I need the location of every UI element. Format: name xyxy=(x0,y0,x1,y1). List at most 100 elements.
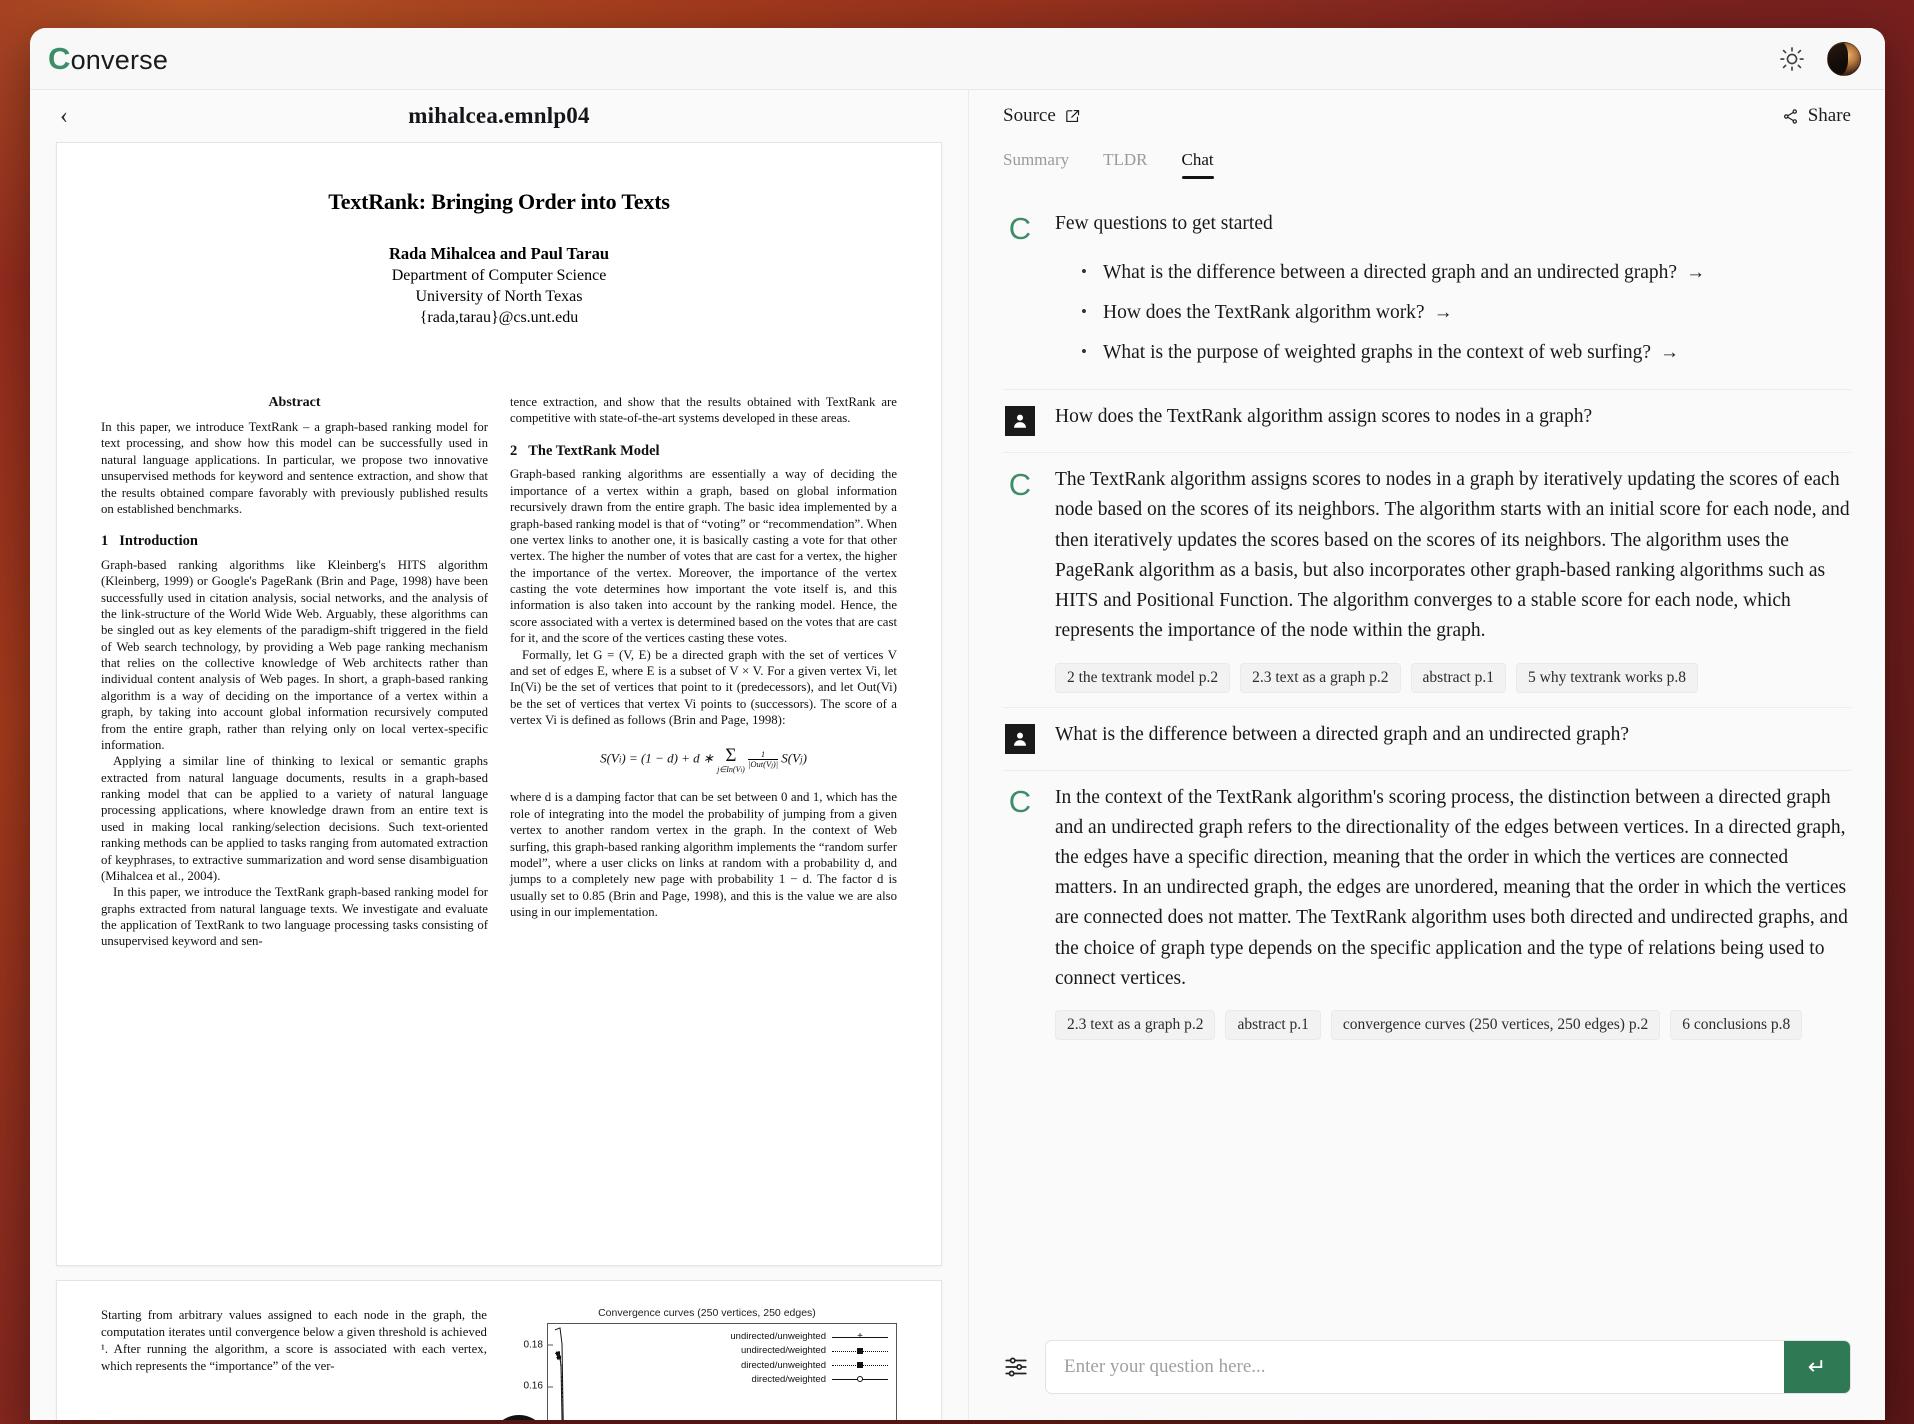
back-button[interactable]: ‹ xyxy=(50,102,78,130)
arrow-right-icon: → xyxy=(1686,262,1706,284)
chart-legend-item-1: undirected/weighted xyxy=(730,1344,888,1358)
tab-summary[interactable]: Summary xyxy=(1003,150,1069,179)
intro-heading-text: Introduction xyxy=(119,533,198,550)
sliders-icon[interactable] xyxy=(1003,1354,1029,1380)
chat-messages[interactable]: C Few questions to get started What is t… xyxy=(969,179,1885,1322)
chart-legend-item-2: directed/unweighted xyxy=(730,1359,888,1373)
tab-chat[interactable]: Chat xyxy=(1181,150,1214,179)
assistant-avatar-letter: C xyxy=(1008,784,1032,820)
main-split: ‹ mihalcea.emnlp04 TextRank: Bringing Or… xyxy=(30,90,1885,1420)
intro-heading: 1 Introduction xyxy=(101,532,488,551)
suggested-question-label-2: What is the purpose of weighted graphs i… xyxy=(1103,342,1652,364)
citation-chip[interactable]: 2.3 text as a graph p.2 xyxy=(1055,1010,1216,1041)
arrow-right-icon: → xyxy=(1660,342,1680,364)
message-body: Few questions to get started What is the… xyxy=(1055,209,1851,375)
intro-paragraph-1: Graph-based ranking algorithms like Klei… xyxy=(101,557,488,752)
share-label: Share xyxy=(1807,105,1851,126)
section2-number: 2 xyxy=(510,442,518,459)
source-label: Source xyxy=(1003,105,1056,126)
suggested-question-label-1: How does the TextRank algorithm work? xyxy=(1103,302,1425,324)
assistant-avatar-letter: C xyxy=(1008,466,1032,502)
sun-icon[interactable] xyxy=(1779,46,1805,72)
paper-columns: Abstract In this paper, we introduce Tex… xyxy=(101,394,897,950)
avatar[interactable] xyxy=(1827,41,1861,76)
message-user-3: What is the difference between a directe… xyxy=(1003,706,1851,770)
message-assistant-2: C The TextRank algorithm assigns scores … xyxy=(1003,452,1851,706)
chat-input-wrapper: ↵ xyxy=(1045,1340,1851,1394)
app-window: Converse ‹ mihalcea.emnlp04 TextRank: Br… xyxy=(30,28,1885,1420)
citation-chip[interactable]: abstract p.1 xyxy=(1410,662,1506,693)
citation-chip[interactable]: 5 why textrank works p.8 xyxy=(1516,662,1698,693)
section2-heading: 2 The TextRank Model xyxy=(510,442,897,461)
share-button[interactable]: Share xyxy=(1782,105,1851,127)
paper-column-right: tence extraction, and show that the resu… xyxy=(510,394,897,950)
external-link-icon xyxy=(1065,109,1079,122)
paper-affiliation-1: Department of Computer Science xyxy=(391,266,607,284)
section2-paragraph-3: where d is a damping factor that can be … xyxy=(510,790,897,919)
chart-legend-item-0: undirected/unweighted + xyxy=(730,1330,888,1344)
paper-email: {rada,tarau}@cs.unt.edu xyxy=(419,308,579,326)
pagerank-formula: S(Vi) = (1 − d) + d ∗ Σ j∈In(Vi) 1 |Out(V… xyxy=(600,745,807,774)
document-scroll-area[interactable]: TextRank: Bringing Order into Texts Rada… xyxy=(30,142,968,1420)
person-icon xyxy=(1005,723,1035,754)
message-body: How does the TextRank algorithm assign s… xyxy=(1055,402,1851,438)
chart-title: Convergence curves (250 vertices, 250 ed… xyxy=(598,1307,816,1319)
col2-continuation: tence extraction, and show that the resu… xyxy=(510,395,897,426)
tab-tldr[interactable]: TLDR xyxy=(1103,150,1147,179)
chart-legend-key-3 xyxy=(832,1375,888,1384)
chart-legend-item-3: directed/weighted xyxy=(730,1373,888,1387)
person-icon xyxy=(1005,406,1035,437)
suggested-question-0[interactable]: What is the difference between a directe… xyxy=(1055,253,1851,293)
paper-column-left: Abstract In this paper, we introduce Tex… xyxy=(101,394,488,950)
logo-initial: C xyxy=(48,40,71,76)
message-user-1: How does the TextRank algorithm assign s… xyxy=(1003,389,1851,452)
intro-number: 1 xyxy=(101,533,109,550)
intro-paragraph-3: In this paper, we introduce the TextRank… xyxy=(101,885,488,949)
chart-ytick-0: 0.18 xyxy=(523,1339,554,1350)
assistant-avatar: C xyxy=(1003,467,1037,501)
app-logo[interactable]: Converse xyxy=(48,41,168,77)
chart-legend: undirected/unweighted + undirected/weight… xyxy=(730,1330,888,1387)
arrow-right-icon: → xyxy=(1433,302,1453,324)
chart-ytick-1: 0.16 xyxy=(523,1381,554,1392)
document-pane: ‹ mihalcea.emnlp04 TextRank: Bringing Or… xyxy=(30,90,969,1420)
source-button[interactable]: Source xyxy=(1003,105,1081,127)
top-bar: Converse xyxy=(30,28,1885,90)
citation-chip[interactable]: 2.3 text as a graph p.2 xyxy=(1240,662,1401,693)
citation-chip[interactable]: abstract p.1 xyxy=(1225,1010,1321,1041)
chat-composer: ↵ xyxy=(969,1322,1885,1420)
citation-chip[interactable]: 6 conclusions p.8 xyxy=(1670,1010,1803,1041)
logo-rest: onverse xyxy=(70,44,169,75)
send-button[interactable]: ↵ xyxy=(1784,1341,1850,1393)
abstract-body: In this paper, we introduce TextRank – a… xyxy=(101,420,488,516)
message-assistant-4: C In the context of the TextRank algorit… xyxy=(1003,769,1851,1055)
section2-paragraph-1: Graph-based ranking algorithms are essen… xyxy=(510,467,897,646)
paper-affiliation-2: University of North Texas xyxy=(415,287,583,305)
chart-legend-key-2 xyxy=(832,1361,888,1370)
assistant-avatar-letter: C xyxy=(1008,210,1032,246)
message-text: The TextRank algorithm assigns scores to… xyxy=(1055,469,1850,642)
suggested-questions: What is the difference between a directe… xyxy=(1055,253,1851,373)
chart-legend-key-0: + xyxy=(832,1331,888,1342)
intro-paragraph-2: Applying a similar line of thinking to l… xyxy=(101,754,488,883)
suggested-question-1[interactable]: How does the TextRank algorithm work? → xyxy=(1055,293,1851,333)
suggested-question-2[interactable]: What is the purpose of weighted graphs i… xyxy=(1055,333,1851,373)
share-icon xyxy=(1783,108,1797,124)
document-header: ‹ mihalcea.emnlp04 xyxy=(30,90,968,142)
user-avatar xyxy=(1003,722,1037,756)
message-text: What is the difference between a directe… xyxy=(1055,723,1630,745)
paper-authorblock: Rada Mihalcea and Paul Tarau Department … xyxy=(101,243,897,328)
message-body: What is the difference between a directe… xyxy=(1055,720,1851,756)
page-title: mihalcea.emnlp04 xyxy=(408,103,590,128)
citation-list: 2 the textrank model p.2 2.3 text as a g… xyxy=(1055,662,1851,693)
question-input[interactable] xyxy=(1046,1341,1784,1393)
pdf-page-2: Starting from arbitrary values assigned … xyxy=(56,1280,942,1420)
chat-toolbar: Source Share xyxy=(969,90,1885,142)
assistant-avatar: C xyxy=(1003,785,1037,819)
message-body: The TextRank algorithm assigns scores to… xyxy=(1055,465,1851,693)
chart-curves xyxy=(554,1327,564,1420)
chart-legend-key-1 xyxy=(832,1347,888,1356)
citation-chip[interactable]: 2 the textrank model p.2 xyxy=(1055,662,1231,693)
assistant-avatar: C xyxy=(1003,211,1037,245)
citation-chip[interactable]: convergence curves (250 vertices, 250 ed… xyxy=(1330,1010,1661,1041)
